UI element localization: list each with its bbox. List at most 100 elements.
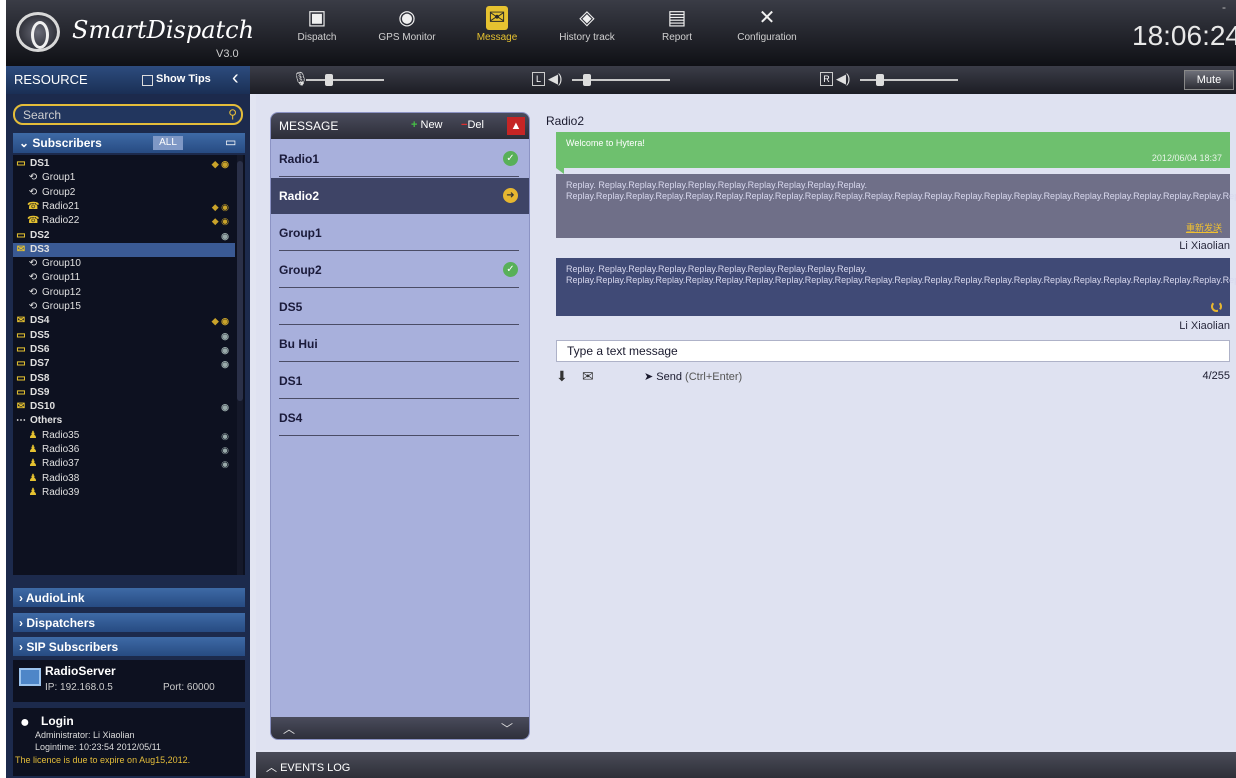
divider [279, 250, 519, 251]
tree-item[interactable]: ☎ Radio21 ◆ ◉ [13, 200, 235, 214]
tree-item[interactable]: ▭ DS8 [13, 372, 235, 386]
tree-item-label: DS3 [30, 243, 50, 255]
tree-item-label: DS1 [30, 158, 50, 169]
tree-item[interactable]: ⟲ Group10 [13, 257, 235, 271]
tree-item[interactable]: ▭ DS9 [13, 386, 235, 400]
nav-dispatch[interactable]: ▣ Dispatch [272, 6, 362, 43]
tree-item[interactable]: ✉ DS4 ◆ ◉ [13, 314, 235, 328]
divider [279, 287, 519, 288]
message-list-item[interactable]: Radio1 ✓ [271, 141, 529, 177]
clock: 18:06:24 [1132, 20, 1236, 51]
subscribers-header[interactable]: ⌄ Subscribers ALL ▭ [13, 133, 245, 153]
tree-item[interactable]: ♟ Radio39 [13, 486, 235, 500]
status-icon: ◉ [221, 344, 229, 355]
tree-item[interactable]: ▭ DS2 ◉ [13, 229, 235, 243]
nav-configuration[interactable]: ✕ Configuration [722, 6, 812, 43]
login-panel: ● Login Administrator: Li Xiaolian Login… [13, 708, 245, 776]
events-log-bar[interactable]: ︿ EVENTS LOG [256, 752, 1236, 778]
tree-item-label: Radio21 [42, 200, 80, 212]
message-list-item[interactable]: Bu Hui [271, 326, 529, 362]
nav-report[interactable]: ▤ Report [632, 6, 722, 43]
clear-icon[interactable]: ▲ [507, 117, 525, 135]
filter-all-button[interactable]: ALL [153, 136, 183, 150]
send-button[interactable]: ➤ Send (Ctrl+Enter) [644, 370, 742, 383]
status-icon: ◉ [221, 359, 229, 370]
nav-label: Message [476, 32, 518, 43]
mic-volume-slider[interactable] [306, 79, 384, 81]
message-list-item[interactable]: DS1 [271, 363, 529, 399]
tree-item[interactable]: ▭ DS6 ◉ [13, 343, 235, 357]
message-input[interactable] [556, 340, 1230, 362]
tree-item[interactable]: ♟ Radio36 ◉ [13, 443, 235, 457]
licence-notice: The licence is due to expire on Aug15,20… [15, 755, 191, 765]
tree-item[interactable]: ⟲ Group12 [13, 286, 235, 300]
scroll-up-icon[interactable]: ︿ [283, 720, 295, 737]
user-icon: ● [20, 714, 30, 731]
tree-item-label: Radio35 [42, 429, 80, 441]
tree-item[interactable]: ✉ DS3 [13, 242, 235, 257]
search-input[interactable] [23, 107, 213, 123]
divider [279, 176, 519, 177]
message-list-item[interactable]: Group2 ✓ [271, 252, 529, 288]
resource-header: RESOURCE Show Tips ‹ [6, 66, 250, 94]
tree-item[interactable]: ♟ Radio37 ◉ [13, 457, 235, 471]
report-icon: ▤ [667, 7, 687, 29]
tree-item[interactable]: ▭ DS7 ◉ [13, 357, 235, 371]
collapse-sidebar-icon[interactable]: ‹ [232, 67, 239, 90]
message-list-item[interactable]: DS4 [271, 400, 529, 436]
dispatch-station-icon: ▭ [16, 372, 26, 384]
search-icon[interactable]: ⚲ [228, 107, 237, 121]
tree-item[interactable]: ⟲ Group15 [13, 300, 235, 314]
tree-scroll-thumb[interactable] [237, 161, 243, 401]
section-dispatchers[interactable]: › Dispatchers [13, 613, 245, 632]
server-ip: IP: 192.168.0.5 [45, 682, 113, 693]
nav-history-track[interactable]: ◈ History track [542, 6, 632, 43]
left-volume-knob[interactable] [582, 74, 591, 86]
minimize-button[interactable]: - [1222, 0, 1226, 14]
new-message-button[interactable]: + New [411, 119, 443, 131]
scroll-down-icon[interactable]: ﹀ [501, 720, 513, 737]
message-list-item[interactable]: Group1 [271, 215, 529, 251]
device-filter-icon[interactable]: ▭ [225, 135, 236, 149]
right-channel-label: R [820, 72, 833, 86]
nav-gps-monitor[interactable]: ◉ GPS Monitor [362, 6, 452, 43]
del-label: Del [467, 119, 484, 131]
person-icon: ♟ [28, 458, 38, 470]
tree-item[interactable]: ▭ DS5 ◉ [13, 329, 235, 343]
mic-volume-knob[interactable] [325, 74, 334, 86]
resend-link[interactable]: 重新发送 [1186, 223, 1222, 234]
tree-item[interactable]: ▭ DS1 ◆ ◉ [13, 157, 235, 171]
template-icon[interactable]: ✉ [582, 368, 594, 385]
tree-item[interactable]: ⟲ Group2 [13, 186, 235, 200]
mute-button[interactable]: Mute [1184, 70, 1234, 90]
group-icon: ⟲ [28, 301, 38, 312]
check-icon: ✓ [503, 262, 518, 277]
nav-label: History track [559, 32, 615, 43]
tree-item[interactable]: ♟ Radio38 [13, 472, 235, 486]
tree-item[interactable]: ✉ DS10 ◉ [13, 400, 235, 414]
message-list-item[interactable]: Radio2 ➜ [271, 178, 529, 214]
person-icon: ♟ [28, 486, 38, 498]
tree-item-label: DS9 [30, 386, 50, 398]
message-list-footer: ︿ ﹀ [271, 717, 529, 739]
tree-item[interactable]: ⋯ Others [13, 414, 235, 428]
tree-item[interactable]: ☎ Radio22 ◆ ◉ [13, 214, 235, 228]
message-list-item-label: DS4 [279, 411, 303, 425]
section-sip-subscribers[interactable]: › SIP Subscribers [13, 637, 245, 656]
message-list-item[interactable]: DS5 [271, 289, 529, 325]
tree-item[interactable]: ⟲ Group11 [13, 271, 235, 285]
show-tips-checkbox[interactable] [142, 75, 153, 86]
tree-item-label: Radio38 [42, 472, 80, 484]
right-volume-slider[interactable] [860, 79, 958, 81]
save-icon[interactable]: ⬇ [556, 368, 568, 385]
tree-item-label: DS2 [30, 229, 50, 241]
nav-message[interactable]: ✉ Message [452, 6, 542, 43]
tree-item[interactable]: ⟲ Group1 [13, 171, 235, 185]
search-box[interactable]: ⚲ [13, 104, 243, 125]
audio-bar: RESOURCE Show Tips ‹ 🎙 L ◀) R ◀) Mute [6, 66, 1236, 94]
section-audiolink[interactable]: › AudioLink [13, 588, 245, 607]
right-volume-knob[interactable] [875, 74, 884, 86]
top-bar: SmartDispatch V3.0 ▣ Dispatch ◉ GPS Monitor… [6, 0, 1236, 66]
delete-message-button[interactable]: −Del [461, 119, 484, 131]
tree-item[interactable]: ♟ Radio35 ◉ [13, 429, 235, 443]
